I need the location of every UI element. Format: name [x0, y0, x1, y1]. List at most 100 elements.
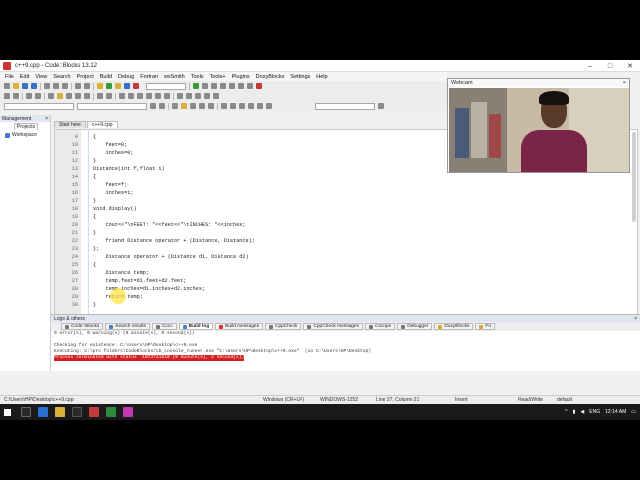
- doxy-comment-icon[interactable]: [84, 93, 90, 99]
- next-function-icon[interactable]: [159, 103, 165, 109]
- unfold-icon[interactable]: [164, 93, 170, 99]
- pause-icon[interactable]: [247, 83, 253, 89]
- maximize-button[interactable]: □: [600, 60, 620, 72]
- menu-fortran[interactable]: Fortran: [140, 74, 158, 80]
- split-icon[interactable]: [213, 93, 219, 99]
- codeblocks-taskbar-icon[interactable]: [123, 407, 133, 417]
- new-file-icon[interactable]: [4, 83, 10, 89]
- tab-cccc[interactable]: Cccc: [151, 323, 177, 330]
- menu-help[interactable]: Help: [316, 74, 327, 80]
- highlight-icon[interactable]: [35, 93, 41, 99]
- tab-start-here[interactable]: Start here: [54, 121, 86, 128]
- menu-doxyblocks[interactable]: DoxyBlocks: [256, 74, 285, 80]
- run-to-cursor-icon[interactable]: [202, 83, 208, 89]
- notifications-icon[interactable]: ▭: [631, 409, 636, 415]
- toggle-icon[interactable]: [266, 103, 272, 109]
- toggle-icon[interactable]: [230, 103, 236, 109]
- tab-doxyblocks[interactable]: DoxyBlocks: [434, 323, 474, 330]
- tab-cppcheck[interactable]: CppCheck: [265, 323, 302, 330]
- language-indicator[interactable]: ENG: [589, 409, 600, 415]
- management-close-button[interactable]: ×: [45, 116, 48, 122]
- menu-project[interactable]: Project: [77, 74, 94, 80]
- scope-select[interactable]: [4, 102, 74, 110]
- app-icon[interactable]: [106, 407, 116, 417]
- match-case-icon[interactable]: [181, 103, 187, 109]
- toggle-icon[interactable]: [221, 103, 227, 109]
- step-out-icon[interactable]: [229, 83, 235, 89]
- start-button[interactable]: [0, 404, 14, 420]
- tab-build-messages[interactable]: Build messages: [215, 323, 263, 330]
- chm-view-icon[interactable]: [106, 93, 112, 99]
- tab-debugger[interactable]: Debugger: [397, 323, 433, 330]
- whole-word-icon[interactable]: [190, 103, 196, 109]
- jump-forward-icon[interactable]: [13, 93, 19, 99]
- open-folder-icon[interactable]: [13, 83, 19, 89]
- stop-debug-icon[interactable]: [256, 83, 262, 89]
- paste-icon[interactable]: [62, 83, 68, 89]
- clock[interactable]: 12:14 AM: [605, 409, 626, 415]
- doxy-extract-icon[interactable]: [75, 93, 81, 99]
- step-into-icon[interactable]: [220, 83, 226, 89]
- cut-icon[interactable]: [44, 83, 50, 89]
- menu-settings[interactable]: Settings: [290, 74, 310, 80]
- regex-search-icon[interactable]: [208, 103, 214, 109]
- html-view-icon[interactable]: [97, 93, 103, 99]
- build-icon[interactable]: [97, 83, 103, 89]
- save-icon[interactable]: [22, 83, 28, 89]
- indent-icon[interactable]: [137, 93, 143, 99]
- tab-cpp-file[interactable]: c++9.cpp: [86, 121, 118, 128]
- toggle-icon[interactable]: [239, 103, 245, 109]
- tab-build-log[interactable]: Build log: [178, 323, 214, 330]
- menu-view[interactable]: View: [35, 74, 47, 80]
- workspace-tree-item[interactable]: Workspace: [0, 132, 50, 138]
- tray-up-icon[interactable]: ^: [565, 409, 567, 415]
- vertical-scrollbar[interactable]: [632, 132, 636, 222]
- abort-icon[interactable]: [133, 83, 139, 89]
- regex-icon[interactable]: [48, 93, 54, 99]
- menu-debug[interactable]: Debug: [118, 74, 134, 80]
- rebuild-icon[interactable]: [124, 83, 130, 89]
- menu-build[interactable]: Build: [100, 74, 112, 80]
- jump-back-icon[interactable]: [4, 93, 10, 99]
- find-icon[interactable]: [75, 83, 81, 89]
- wrap-icon[interactable]: [204, 93, 210, 99]
- next-instruction-icon[interactable]: [238, 83, 244, 89]
- toggle-icon[interactable]: [257, 103, 263, 109]
- edge-icon[interactable]: [38, 407, 48, 417]
- debug-continue-icon[interactable]: [193, 83, 199, 89]
- minimize-button[interactable]: –: [580, 60, 600, 72]
- build-target-select[interactable]: [146, 82, 186, 90]
- copy-icon[interactable]: [53, 83, 59, 89]
- menu-file[interactable]: File: [5, 74, 14, 80]
- run-icon[interactable]: [106, 83, 112, 89]
- network-icon[interactable]: ▮: [573, 409, 576, 415]
- store-icon[interactable]: [72, 407, 82, 417]
- fold-icon[interactable]: [155, 93, 161, 99]
- menu-plugins[interactable]: Plugins: [232, 74, 250, 80]
- search-go-icon[interactable]: [378, 103, 384, 109]
- recorder-icon[interactable]: [89, 407, 99, 417]
- close-button[interactable]: ✕: [620, 60, 640, 72]
- bookmark-icon[interactable]: [26, 93, 32, 99]
- zoom-out-icon[interactable]: [186, 93, 192, 99]
- doxy-config-icon[interactable]: [66, 93, 72, 99]
- next-line-icon[interactable]: [211, 83, 217, 89]
- menu-search[interactable]: Search: [53, 74, 70, 80]
- zoom-in-icon[interactable]: [177, 93, 183, 99]
- file-explorer-icon[interactable]: [55, 407, 65, 417]
- tab-cppcheck-messages[interactable]: CppCheck messages: [303, 323, 363, 330]
- zoom-reset-icon[interactable]: [195, 93, 201, 99]
- menu-tools-plus[interactable]: Tools+: [210, 74, 226, 80]
- toggle-icon[interactable]: [248, 103, 254, 109]
- menu-wxsmith[interactable]: wxSmith: [164, 74, 185, 80]
- doxy-icon[interactable]: [57, 93, 63, 99]
- search-toolbar-icon[interactable]: [172, 103, 178, 109]
- start-word-icon[interactable]: [199, 103, 205, 109]
- menu-edit[interactable]: Edit: [20, 74, 29, 80]
- prev-function-icon[interactable]: [150, 103, 156, 109]
- menu-tools[interactable]: Tools: [191, 74, 204, 80]
- tab-cscope[interactable]: Cscope: [365, 323, 396, 330]
- build-and-run-icon[interactable]: [115, 83, 121, 89]
- text-search-input[interactable]: [315, 102, 375, 110]
- tab-search-results[interactable]: Search results: [105, 323, 150, 330]
